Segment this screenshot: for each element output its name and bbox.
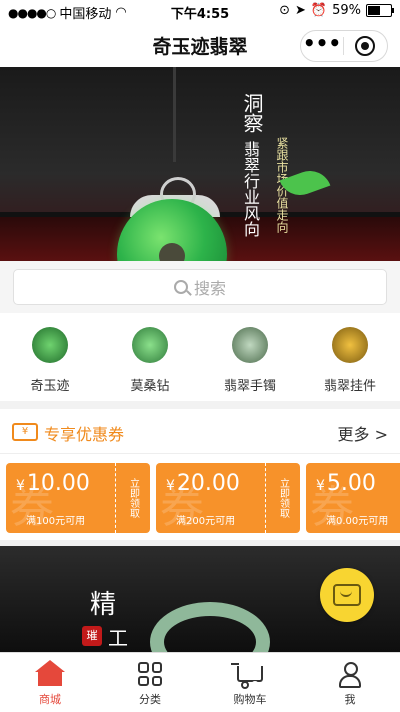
coupon-amount: 5.00	[326, 471, 376, 496]
banner-subline: 翡翠行业风向	[241, 141, 260, 237]
rotation-lock-icon: ⊙	[279, 3, 290, 18]
status-bar: ●●●●○ 中国移动 ◠ 下午4:55 ⊙ ➤ ⏰ 59%	[0, 0, 400, 22]
chat-icon	[333, 584, 361, 606]
category-thumb	[332, 327, 368, 363]
category-qiyuji[interactable]: 奇玉迹	[0, 313, 100, 401]
search-input[interactable]: 搜索	[13, 269, 387, 305]
cart-icon	[231, 663, 263, 689]
coupon-condition: 满200元可用	[176, 516, 236, 527]
category-thumb	[32, 327, 68, 363]
category-moissanite[interactable]: 莫桑钻	[100, 313, 200, 401]
location-icon: ➤	[295, 3, 306, 18]
coupon-section-title: 专享优惠券	[44, 425, 125, 444]
battery-icon	[366, 4, 394, 17]
miniprogram-capsule: •••	[300, 30, 388, 62]
battery-percent: 59%	[332, 3, 361, 18]
customer-service-button[interactable]	[320, 568, 374, 622]
category-grid: 奇玉迹 莫桑钻 翡翠手镯 翡翠挂件	[0, 313, 400, 401]
close-icon[interactable]	[344, 36, 386, 56]
nav-bar: 奇玉迹翡翠 •••	[0, 22, 400, 67]
coupon-condition: 满100元可用	[26, 516, 86, 527]
tab-bar: 商城 分类 购物车 我	[0, 652, 400, 712]
tab-me[interactable]: 我	[300, 653, 400, 712]
claim-coupon-button[interactable]: 立即领取	[115, 463, 150, 533]
promo-char: 工	[108, 626, 128, 650]
coupon-amount: 10.00	[26, 471, 90, 496]
more-icon[interactable]: •••	[301, 33, 343, 56]
coupon-section-header: ¥ 专享优惠券 更多 >	[0, 409, 400, 454]
category-bracelet[interactable]: 翡翠手镯	[200, 313, 300, 401]
category-pendant[interactable]: 翡翠挂件	[300, 313, 400, 401]
coupon-condition: 满0.00元可用	[326, 516, 389, 527]
coupon-list[interactable]: 券 ¥10.00 满100元可用 立即领取 券 ¥20.00 满200元可用 立…	[0, 454, 400, 540]
coupon-card[interactable]: 券 ¥10.00 满100元可用 立即领取	[6, 463, 150, 533]
alarm-icon: ⏰	[310, 3, 328, 18]
claim-coupon-button[interactable]: 立即领取	[265, 463, 300, 533]
search-placeholder: 搜索	[193, 279, 226, 298]
coupon-card[interactable]: 券 ¥5.00 满0.00元可用	[306, 463, 400, 533]
category-icon	[138, 662, 162, 686]
search-icon	[173, 280, 188, 294]
person-icon	[339, 662, 361, 688]
coupon-ticket-icon: ¥	[12, 423, 38, 441]
tab-mall[interactable]: 商城	[0, 653, 100, 712]
tab-category[interactable]: 分类	[100, 653, 200, 712]
banner-headline: 洞察	[240, 93, 264, 133]
tab-cart[interactable]: 购物车	[200, 653, 300, 712]
coupon-card[interactable]: 券 ¥20.00 满200元可用 立即领取	[156, 463, 300, 533]
home-icon	[35, 660, 65, 686]
category-thumb	[232, 327, 268, 363]
category-thumb	[132, 327, 168, 363]
coupon-amount: 20.00	[176, 471, 240, 496]
promo-char: 精	[90, 590, 117, 620]
promo-seal: 璀	[82, 626, 102, 646]
coupon-more-link[interactable]: 更多 >	[338, 421, 389, 445]
jade-bangle-image	[150, 602, 270, 652]
banner-carousel[interactable]: 洞察 翡翠行业风向 紧跟市场价值走向	[0, 67, 400, 261]
